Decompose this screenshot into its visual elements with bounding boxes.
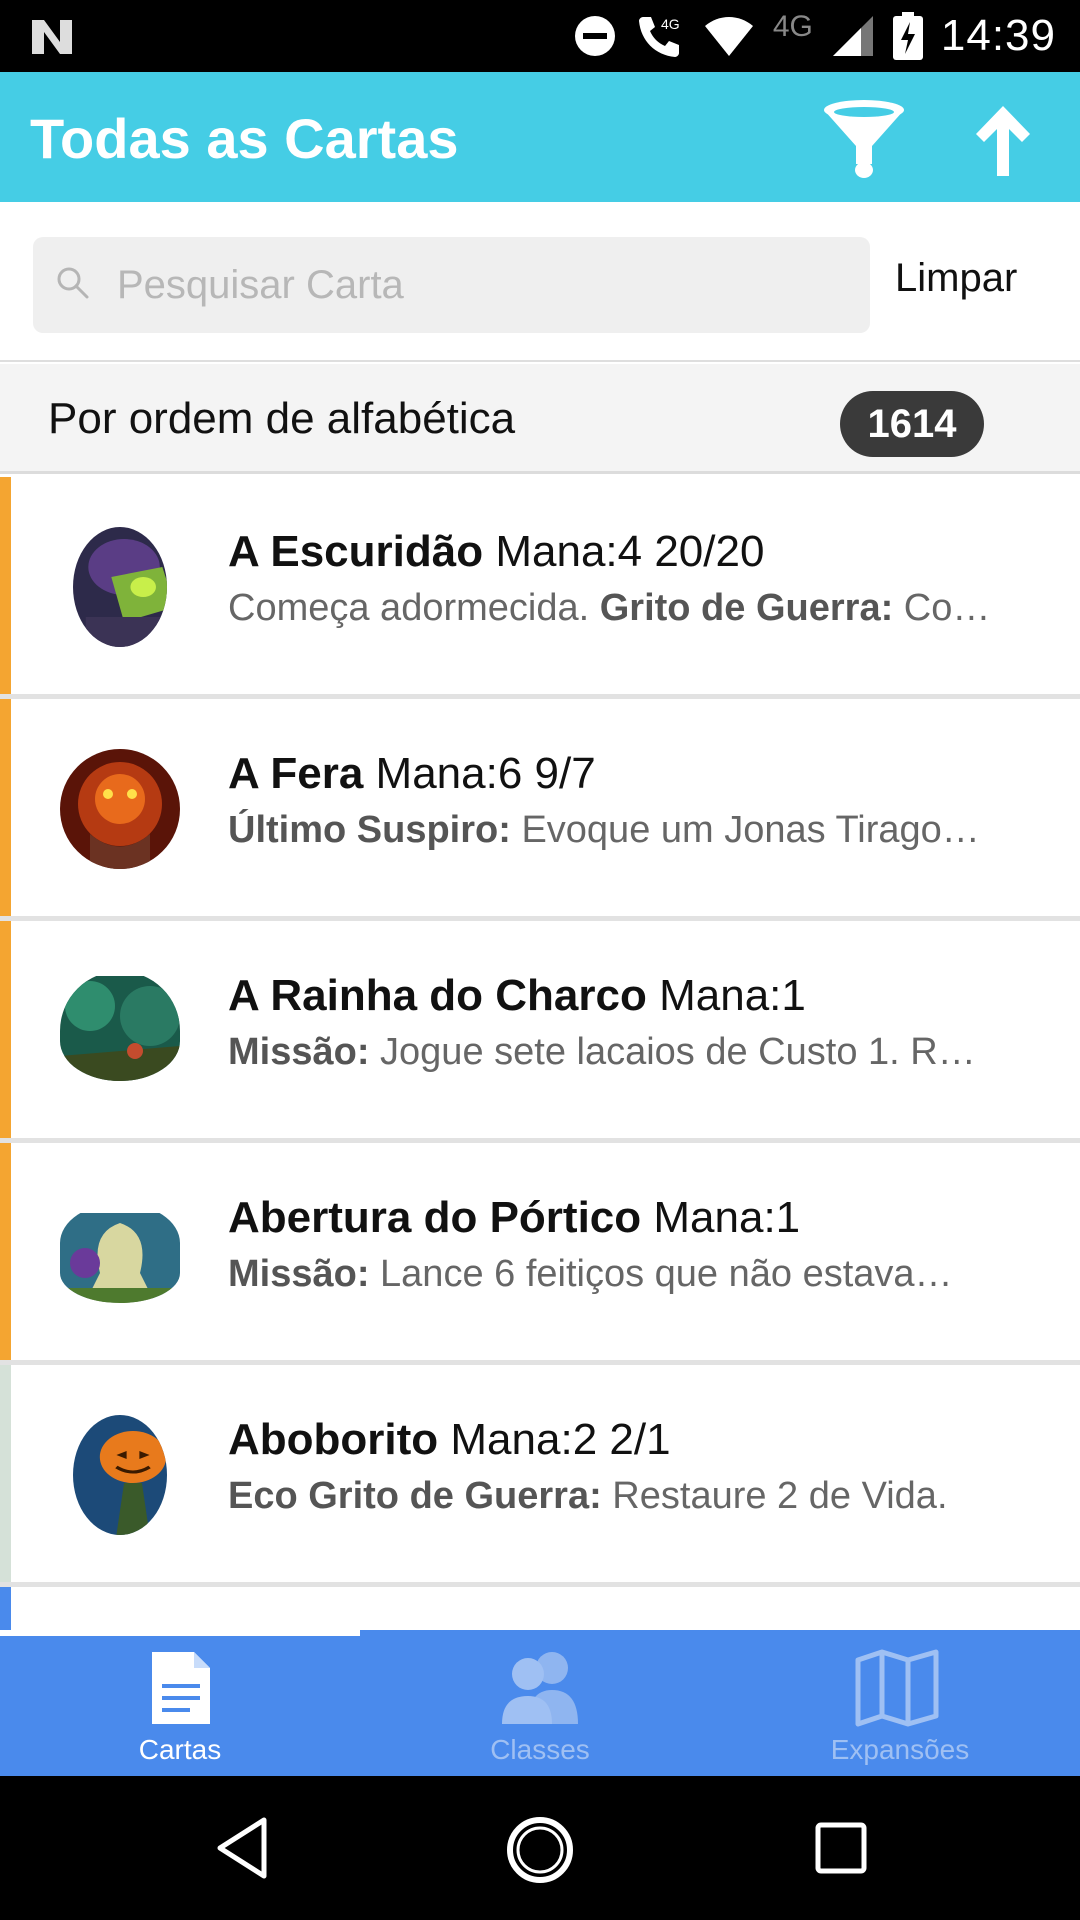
card-desc-keyword: Missão: [228, 1253, 370, 1295]
tab-classes[interactable]: Classes [360, 1630, 720, 1776]
rarity-stripe [0, 1587, 11, 1630]
card-row[interactable]: A Rainha do Charco Mana:1 Missão: Jogue … [0, 921, 1080, 1143]
card-desc-keyword: Grito de Guerra: [599, 587, 894, 629]
card-name: Aboborito [228, 1415, 439, 1464]
card-description: Missão: Lance 6 feitiços que não estava… [228, 1253, 1028, 1296]
card-desc-keyword: Missão: [228, 1031, 370, 1073]
rarity-stripe [0, 699, 11, 916]
filter-icon[interactable] [820, 98, 908, 180]
card-description: Começa adormecida. Grito de Guerra: Co… [228, 587, 1028, 630]
card-description: Último Suspiro: Evoque um Jonas Tirago… [228, 809, 1028, 852]
card-thumbnail [60, 971, 180, 1081]
card-title: A Rainha do Charco Mana:1 [228, 971, 806, 1021]
bottom-nav: Cartas Classes Expansões [0, 1630, 1080, 1776]
card-desc-text: Começa adormecida. [228, 587, 600, 629]
system-nav-bar [0, 1776, 1080, 1920]
card-count-badge: 1614 [840, 391, 984, 457]
card-stats: Mana:1 [653, 1193, 801, 1242]
rarity-stripe [0, 921, 11, 1138]
call-4g-icon: 4G [638, 16, 680, 57]
card-thumbnail [73, 1415, 167, 1535]
battery-charging-icon [892, 12, 923, 60]
call-badge: 4G [661, 16, 680, 32]
rarity-stripe [0, 477, 11, 694]
card-name: A Rainha do Charco [228, 971, 647, 1020]
app-bar: Todas as Cartas [0, 72, 1080, 202]
search-icon [57, 267, 89, 299]
card-desc-rest: Jogue sete lacaios de Custo 1. R… [369, 1031, 976, 1073]
card-desc-rest: Restaure 2 de Vida. [601, 1475, 948, 1517]
card-thumbnail [60, 749, 180, 869]
rarity-stripe [0, 1365, 11, 1582]
tab-label: Classes [490, 1734, 590, 1765]
document-icon [152, 1652, 210, 1724]
recents-icon[interactable] [814, 1821, 868, 1875]
card-title: Abertura do Pórtico Mana:1 [228, 1193, 800, 1243]
card-desc-rest: Evoque um Jonas Tirago… [510, 809, 980, 851]
do-not-disturb-icon [574, 16, 615, 56]
card-name: Abertura do Pórtico [228, 1193, 642, 1242]
rarity-stripe [0, 1143, 11, 1360]
card-stats: Mana:6 9/7 [375, 749, 596, 798]
card-list[interactable]: A Escuridão Mana:4 20/20 Começa adormeci… [0, 477, 1080, 1630]
clear-button[interactable]: Limpar [895, 256, 1017, 301]
tab-expansoes[interactable]: Expansões [720, 1630, 1080, 1776]
page-title: Todas as Cartas [30, 107, 459, 170]
search-area: Limpar [0, 202, 1080, 362]
card-desc-rest: Co… [893, 587, 991, 629]
card-description: Eco Grito de Guerra: Restaure 2 de Vida. [228, 1475, 1028, 1518]
sort-header: Por ordem de alfabética 1614 [0, 364, 1080, 474]
card-description: Missão: Jogue sete lacaios de Custo 1. R… [228, 1031, 1028, 1074]
tab-label: Cartas [138, 1734, 222, 1765]
tab-label: Expansões [830, 1734, 970, 1765]
users-icon [502, 1652, 578, 1724]
card-thumbnail [60, 1203, 180, 1303]
card-desc-keyword: Eco Grito de Guerra: [228, 1475, 602, 1517]
search-box[interactable] [33, 237, 870, 333]
card-desc-keyword: Último Suspiro: [228, 809, 511, 851]
card-name: A Escuridão [228, 527, 484, 576]
clock: 14:39 [940, 11, 1056, 60]
card-title: A Fera Mana:6 9/7 [228, 749, 596, 799]
card-stats: Mana:2 2/1 [450, 1415, 671, 1464]
back-icon[interactable] [214, 1816, 270, 1880]
card-row[interactable] [0, 1587, 1080, 1630]
card-title: Aboborito Mana:2 2/1 [228, 1415, 671, 1465]
signal-icon [832, 16, 873, 56]
status-bar: 4G 4G 14:39 [0, 0, 1080, 72]
map-icon [855, 1649, 939, 1727]
card-thumbnail [73, 527, 167, 647]
card-stats: Mana:4 20/20 [495, 527, 765, 576]
tab-cartas[interactable]: Cartas [0, 1630, 360, 1776]
card-row[interactable]: A Escuridão Mana:4 20/20 Começa adormeci… [0, 477, 1080, 699]
wifi-icon [704, 17, 753, 56]
card-stats: Mana:1 [659, 971, 806, 1020]
card-name: A Fera [228, 749, 364, 798]
card-row[interactable]: A Fera Mana:6 9/7 Último Suspiro: Evoque… [0, 699, 1080, 921]
card-desc-rest: Lance 6 feitiços que não estava… [369, 1253, 953, 1295]
home-icon[interactable] [505, 1815, 575, 1885]
card-title: A Escuridão Mana:4 20/20 [228, 527, 764, 577]
app-notification-icon [32, 20, 72, 54]
arrow-up-icon[interactable] [972, 102, 1034, 178]
card-row[interactable]: Abertura do Pórtico Mana:1 Missão: Lance… [0, 1143, 1080, 1365]
search-input[interactable] [117, 237, 857, 333]
sort-label: Por ordem de alfabética [48, 394, 516, 443]
network-type-label: 4G [772, 10, 813, 43]
card-row[interactable]: Aboborito Mana:2 2/1 Eco Grito de Guerra… [0, 1365, 1080, 1587]
